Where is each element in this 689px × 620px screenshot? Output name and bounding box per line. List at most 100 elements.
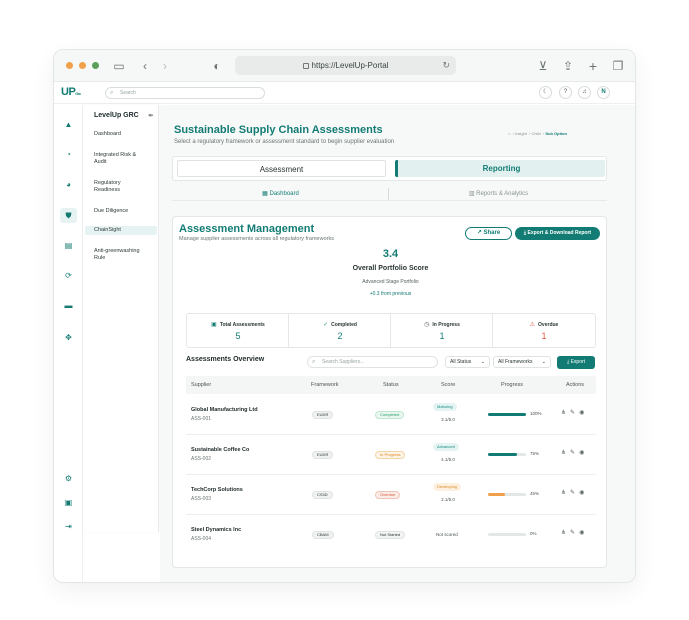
table-row[interactable]: Sustainable Coffee Co ASS-002 EUDR In Pr… <box>186 435 596 475</box>
column-header-score[interactable]: Score <box>441 382 455 388</box>
status-filter-select[interactable]: All Status ⌄ <box>445 356 490 368</box>
sidebar-item-dashboard[interactable]: Dashboard <box>85 130 157 139</box>
back-arrow-icon[interactable]: ‹ <box>138 59 152 73</box>
table-row[interactable]: Steel Dynamics Inc ASS-004 CBAM Not Star… <box>186 515 596 555</box>
download-icon: ⤓ <box>523 230 527 236</box>
document-icon[interactable]: ▤ <box>60 238 77 253</box>
sidebar-item-anti-greenwashing[interactable]: Anti-greenwashing Rule <box>85 247 157 263</box>
progress-percent: 75% <box>530 451 540 456</box>
sidebar-item-due-diligence[interactable]: Due Diligence <box>85 207 157 216</box>
table-row[interactable]: TechCorp Solutions ASS-003 CS3D Overdue … <box>186 475 596 515</box>
supplier-name: TechCorp Solutions <box>191 487 243 493</box>
collapse-sidebar-icon[interactable]: ⇹ <box>148 112 153 119</box>
globe-icon[interactable]: ◕ <box>60 177 77 192</box>
help-button[interactable]: ? <box>559 86 572 99</box>
dark-mode-toggle-button[interactable]: ☾ <box>539 86 552 99</box>
chevron-down-icon: ⌄ <box>480 359 485 365</box>
share-icon[interactable]: ⇪ <box>561 59 575 73</box>
section-subtitle: Manage supplier assessments across all r… <box>179 236 334 242</box>
sidebar-title: LevelUp GRC <box>94 112 139 119</box>
progress-percent: 100% <box>530 411 542 416</box>
edit-icon[interactable]: ✎ <box>570 450 575 456</box>
tab-reporting[interactable]: Reporting <box>395 160 605 177</box>
refresh-icon[interactable]: ⟳ <box>60 268 77 283</box>
edit-icon[interactable]: ✎ <box>570 530 575 536</box>
logout-icon[interactable]: ⇥ <box>60 519 77 534</box>
app-header: UPGrc ⌕ Search ☾ ? ♫ N <box>54 82 635 104</box>
close-window-button[interactable] <box>66 62 73 69</box>
chat-icon[interactable]: ▣ <box>60 495 77 510</box>
stat-total: ▣ Total Assessments 5 <box>187 314 289 348</box>
table-row[interactable]: Global Manufacturing Ltd ASS-001 EUDR Co… <box>186 395 596 435</box>
page-subtitle: Select a regulatory framework or assessm… <box>174 139 395 145</box>
framework-filter-select[interactable]: All Frameworks ⌄ <box>493 356 551 368</box>
eye-icon[interactable]: ◉ <box>579 490 584 496</box>
stat-value: 1 <box>439 331 445 341</box>
eye-icon[interactable]: ◉ <box>579 410 584 416</box>
eye-icon[interactable]: ◉ <box>579 450 584 456</box>
browser-toolbar: ▭ ‹ › ◐ https://LevelUp-Portal ↻ ⊻ ⇪ + ❐ <box>54 50 635 82</box>
row-actions: ⋔ ✎ ◉ <box>561 409 588 416</box>
edit-icon[interactable]: ✎ <box>570 490 575 496</box>
minimize-window-button[interactable] <box>79 62 86 69</box>
stat-completed: ✓ Completed 2 <box>289 314 391 348</box>
network-icon[interactable]: ✥ <box>60 330 77 345</box>
zoom-window-button[interactable] <box>92 62 99 69</box>
status-badge: Not Started <box>375 531 406 539</box>
share-button[interactable]: ↗ Share <box>465 227 512 240</box>
column-header-progress[interactable]: Progress <box>501 382 523 388</box>
sidebar-item-chainsight[interactable]: ChainSight <box>85 226 157 235</box>
user-avatar[interactable]: N <box>597 86 610 99</box>
reload-icon[interactable]: ↻ <box>442 56 450 75</box>
breadcrumb-item[interactable]: Child <box>532 131 541 136</box>
edit-icon[interactable]: ✎ <box>570 410 575 416</box>
share-icon[interactable]: ⋔ <box>561 450 566 456</box>
global-search-input[interactable]: ⌕ Search <box>105 87 265 99</box>
supplier-search-input[interactable]: ⌕ Search Suppliers... <box>307 356 438 368</box>
export-button[interactable]: ⤓ Export <box>557 356 595 369</box>
column-header-framework[interactable]: Framework <box>311 382 339 388</box>
assessment-management-card: Assessment Management Manage supplier as… <box>172 216 607 568</box>
stats-panel: ▣ Total Assessments 5 ✓ Completed 2 ◷ In Pr… <box>186 313 596 348</box>
home-icon[interactable]: ⌂ <box>508 131 510 136</box>
notifications-button[interactable]: ♫ <box>578 86 591 99</box>
privacy-shield-icon[interactable]: ◐ <box>210 59 224 73</box>
chart-icon[interactable]: ◔ <box>60 147 77 162</box>
column-header-status[interactable]: Status <box>383 382 399 388</box>
sidebar-item-regulatory-readiness[interactable]: Regulatory Readiness <box>85 179 157 195</box>
url-text: https://LevelUp-Portal <box>311 61 389 70</box>
address-bar[interactable]: https://LevelUp-Portal ↻ <box>235 56 456 75</box>
breadcrumb-item[interactable]: Insight <box>515 131 527 136</box>
subtab-reports[interactable]: ▥ Reports & Analytics <box>390 190 607 197</box>
share-icon[interactable]: ⋔ <box>561 530 566 536</box>
app-logo[interactable]: UPGrc <box>61 86 81 98</box>
settings-gear-icon[interactable]: ⚙ <box>60 471 77 486</box>
framework-badge: CS3D <box>312 491 333 499</box>
sidebar-item-integrated-risk[interactable]: Integrated Risk & Audit <box>85 151 157 167</box>
assessment-id: ASS-001 <box>191 416 212 422</box>
tabs-overview-icon[interactable]: ❐ <box>611 59 625 73</box>
stat-value: 1 <box>541 331 547 341</box>
new-tab-icon[interactable]: + <box>586 59 600 73</box>
shield-icon[interactable]: ⛊ <box>60 208 77 223</box>
forward-arrow-icon[interactable]: › <box>158 59 172 73</box>
sidebar-toggle-icon[interactable]: ▭ <box>112 59 126 73</box>
portfolio-change: +0.3 from previous <box>369 291 412 297</box>
tab-assessment[interactable]: Assessment <box>177 160 386 177</box>
export-report-label: Export & Download Report <box>527 230 592 236</box>
eye-icon[interactable]: ◉ <box>579 530 584 536</box>
share-icon[interactable]: ⋔ <box>561 410 566 416</box>
share-icon[interactable]: ⋔ <box>561 490 566 496</box>
grid-icon: ▦ <box>262 191 268 197</box>
page-title: Sustainable Supply Chain Assessments <box>174 124 383 136</box>
progress-bar <box>488 493 526 496</box>
export-download-report-button[interactable]: ⤓ Export & Download Report <box>515 227 600 240</box>
lock-icon <box>302 63 309 69</box>
subtab-dashboard[interactable]: ▦ Dashboard <box>172 190 389 197</box>
search-placeholder: Search <box>120 90 136 96</box>
download-icon[interactable]: ⊻ <box>536 59 550 73</box>
home-icon[interactable]: ▲ <box>60 117 77 132</box>
stat-label-text: In Progress <box>432 322 460 328</box>
column-header-supplier[interactable]: Supplier <box>191 382 211 388</box>
folder-icon[interactable]: ▬ <box>60 298 77 313</box>
